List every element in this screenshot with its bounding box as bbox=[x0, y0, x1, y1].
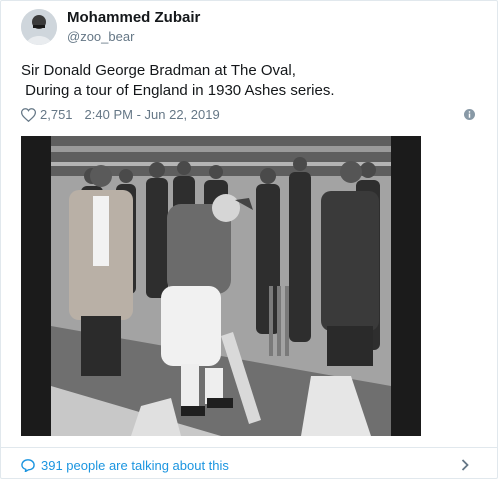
avatar[interactable] bbox=[21, 9, 57, 45]
cricket-photo bbox=[21, 136, 421, 436]
like-count[interactable]: 2,751 bbox=[40, 107, 73, 122]
heart-icon[interactable] bbox=[21, 107, 36, 122]
timestamp[interactable]: 2:40 PM - Jun 22, 2019 bbox=[85, 107, 220, 122]
info-icon[interactable] bbox=[464, 109, 475, 120]
tweet-footer[interactable]: 391 people are talking about this bbox=[1, 447, 497, 481]
tweet-meta: 2,751 2:40 PM - Jun 22, 2019 bbox=[21, 107, 220, 122]
user-handle[interactable]: @zoo_bear bbox=[67, 29, 134, 44]
tweet-card: Mohammed Zubair @zoo_bear Sir Donald Geo… bbox=[0, 0, 498, 479]
avatar-image bbox=[21, 9, 57, 45]
tweet-photo[interactable] bbox=[21, 136, 421, 436]
chevron-right-icon[interactable] bbox=[461, 459, 469, 471]
talking-about-link[interactable]: 391 people are talking about this bbox=[41, 458, 229, 473]
speech-bubble-icon bbox=[21, 459, 35, 472]
display-name[interactable]: Mohammed Zubair bbox=[67, 9, 200, 26]
tweet-text: Sir Donald George Bradman at The Oval, D… bbox=[21, 62, 335, 99]
